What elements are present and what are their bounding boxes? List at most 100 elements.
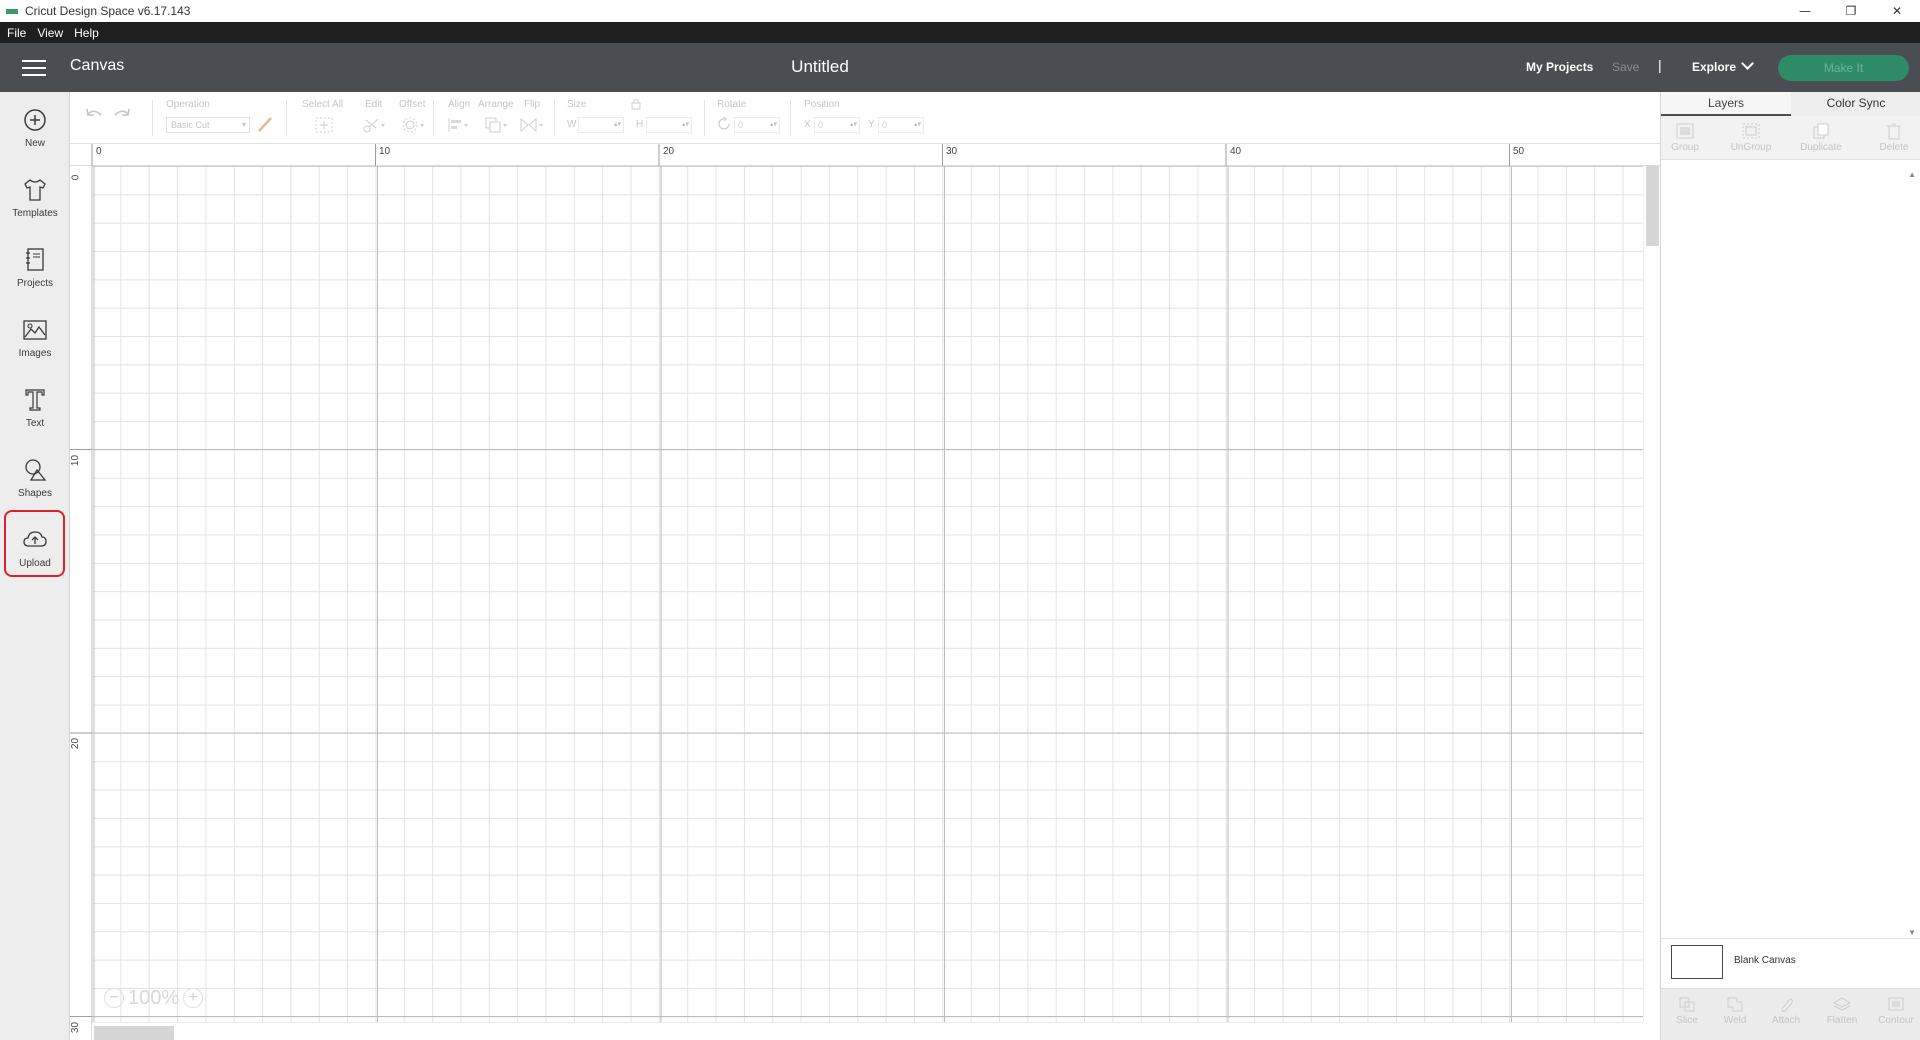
canvas-color-swatch[interactable] bbox=[1671, 945, 1723, 979]
ruler-horizontal-ticks bbox=[91, 144, 1510, 166]
panel-scroll-down-icon[interactable]: ▼ bbox=[1908, 928, 1916, 937]
sidebar-item-images[interactable]: Images bbox=[0, 308, 70, 368]
plus-circle-icon bbox=[24, 109, 46, 131]
position-label: Position bbox=[804, 99, 840, 110]
lock-icon[interactable] bbox=[630, 97, 642, 111]
operation-select[interactable]: Basic Cut ▾ bbox=[166, 117, 250, 133]
close-icon[interactable]: ✕ bbox=[1874, 0, 1920, 22]
height-label: H bbox=[636, 119, 644, 130]
offset-label: Offset bbox=[399, 99, 426, 110]
offset-icon[interactable] bbox=[401, 116, 427, 134]
toolbar-divider bbox=[152, 100, 153, 136]
ruler-label: 20 bbox=[70, 737, 82, 750]
scrollbar-thumb[interactable] bbox=[94, 1026, 174, 1040]
zoom-in-button[interactable]: + bbox=[183, 988, 204, 1008]
slice-label: Slice bbox=[1676, 1015, 1698, 1026]
delete-button[interactable]: Delete bbox=[1869, 116, 1919, 160]
rotate-icon[interactable] bbox=[716, 116, 732, 132]
layers-top-toolbar: Group UnGroup Duplicate Delete bbox=[1661, 116, 1920, 160]
attach-button[interactable]: Attach bbox=[1761, 989, 1811, 1033]
undo-icon[interactable] bbox=[84, 106, 104, 124]
sidebar-item-templates[interactable]: Templates bbox=[0, 168, 70, 228]
make-it-button[interactable]: Make It bbox=[1778, 55, 1909, 81]
ungroup-button[interactable]: UnGroup bbox=[1721, 116, 1781, 160]
weld-button[interactable]: Weld bbox=[1713, 989, 1757, 1033]
my-projects-link[interactable]: My Projects bbox=[1526, 60, 1593, 74]
ruler-label: 10 bbox=[70, 454, 82, 467]
contour-label: Contour bbox=[1878, 1015, 1914, 1026]
ruler-vertical: 0 10 20 30 bbox=[70, 166, 92, 1040]
stepper-icon: ▴▾ bbox=[913, 121, 921, 128]
ruler-label: 10 bbox=[379, 146, 391, 157]
group-icon bbox=[1676, 123, 1694, 139]
sidebar-item-shapes[interactable]: Shapes bbox=[0, 448, 70, 508]
arrange-icon[interactable] bbox=[484, 116, 510, 134]
upload-highlight-box bbox=[4, 510, 65, 577]
contour-button[interactable]: Contour bbox=[1871, 989, 1920, 1033]
align-icon[interactable] bbox=[446, 116, 472, 134]
restore-icon[interactable]: ❐ bbox=[1828, 0, 1874, 22]
layers-bottom-toolbar: Slice Weld Attach Flatten Contour bbox=[1661, 988, 1920, 1040]
ruler-horizontal: 0 10 20 30 40 50 bbox=[70, 144, 1660, 166]
project-title: Untitled bbox=[791, 57, 849, 76]
sidebar-item-projects[interactable]: Projects bbox=[0, 238, 70, 298]
operation-value: Basic Cut bbox=[171, 120, 210, 130]
title-bar: Cricut Design Space v6.17.143 — ❐ ✕ bbox=[0, 0, 1920, 22]
select-all-icon[interactable] bbox=[314, 116, 334, 134]
layers-panel: Layers Color Sync Group UnGroup Duplicat… bbox=[1660, 92, 1920, 1040]
panel-scroll-up-icon[interactable]: ▲ bbox=[1908, 170, 1916, 179]
sidebar-item-new[interactable]: New bbox=[0, 98, 70, 158]
scrollbar-thumb[interactable] bbox=[1646, 166, 1659, 246]
y-label: Y bbox=[868, 119, 875, 130]
menu-view[interactable]: View bbox=[37, 26, 63, 40]
flip-icon[interactable] bbox=[519, 116, 545, 134]
flatten-button[interactable]: Flatten bbox=[1817, 989, 1867, 1033]
y-position-input[interactable]: 0 ▴▾ bbox=[878, 117, 924, 133]
width-input[interactable]: ▴▾ bbox=[578, 117, 624, 133]
image-icon bbox=[23, 320, 47, 340]
redo-icon[interactable] bbox=[112, 106, 132, 124]
sidebar-label-templates: Templates bbox=[12, 208, 58, 219]
zoom-out-button[interactable]: − bbox=[104, 988, 124, 1008]
duplicate-button[interactable]: Duplicate bbox=[1791, 116, 1851, 160]
group-button[interactable]: Group bbox=[1663, 116, 1707, 160]
ungroup-icon bbox=[1742, 123, 1760, 139]
paperclip-icon bbox=[1781, 998, 1793, 1012]
canvas-horizontal-scrollbar[interactable] bbox=[92, 1022, 1643, 1040]
panel-tabs: Layers Color Sync bbox=[1661, 92, 1920, 116]
rotate-input[interactable]: 0 ▴▾ bbox=[734, 117, 780, 133]
stepper-icon: ▴▾ bbox=[681, 121, 689, 128]
tab-color-sync[interactable]: Color Sync bbox=[1791, 92, 1920, 116]
x-label: X bbox=[804, 119, 811, 130]
window-title: Cricut Design Space v6.17.143 bbox=[25, 4, 191, 18]
ungroup-label: UnGroup bbox=[1730, 142, 1772, 153]
canvas-vertical-scrollbar[interactable] bbox=[1643, 166, 1660, 1022]
pen-color-icon[interactable] bbox=[256, 115, 274, 133]
tab-layers[interactable]: Layers bbox=[1661, 92, 1791, 116]
save-button[interactable]: Save bbox=[1612, 60, 1639, 74]
x-position-input[interactable]: 0 ▴▾ bbox=[814, 117, 860, 133]
minimize-icon[interactable]: — bbox=[1782, 0, 1828, 22]
size-label: Size bbox=[567, 99, 587, 110]
design-canvas[interactable] bbox=[92, 166, 1643, 1022]
ruler-label: 30 bbox=[946, 146, 958, 157]
edit-scissors-icon[interactable] bbox=[361, 116, 387, 134]
height-input[interactable]: ▴▾ bbox=[646, 117, 692, 133]
x-position-value: 0 bbox=[818, 120, 824, 130]
duplicate-icon bbox=[1813, 123, 1829, 139]
window-controls: — ❐ ✕ bbox=[1782, 0, 1920, 22]
operation-label: Operation bbox=[166, 99, 210, 110]
menu-file[interactable]: File bbox=[7, 26, 26, 40]
menu-help[interactable]: Help bbox=[74, 26, 99, 40]
ruler-label: 40 bbox=[1230, 146, 1242, 157]
rotate-value: 0 bbox=[738, 120, 744, 130]
slice-button[interactable]: Slice bbox=[1665, 989, 1709, 1033]
ruler-vertical-ticks bbox=[70, 449, 92, 1017]
sidebar-item-text[interactable]: Text bbox=[0, 378, 70, 438]
explore-dropdown[interactable]: Explore bbox=[1692, 60, 1736, 74]
chevron-down-icon[interactable] bbox=[1741, 57, 1754, 70]
ruler-label: 0 bbox=[70, 174, 82, 181]
layer-row-blank-canvas[interactable]: Blank Canvas bbox=[1661, 938, 1920, 982]
sidebar-label-projects: Projects bbox=[16, 278, 54, 289]
align-label: Align bbox=[448, 99, 471, 110]
